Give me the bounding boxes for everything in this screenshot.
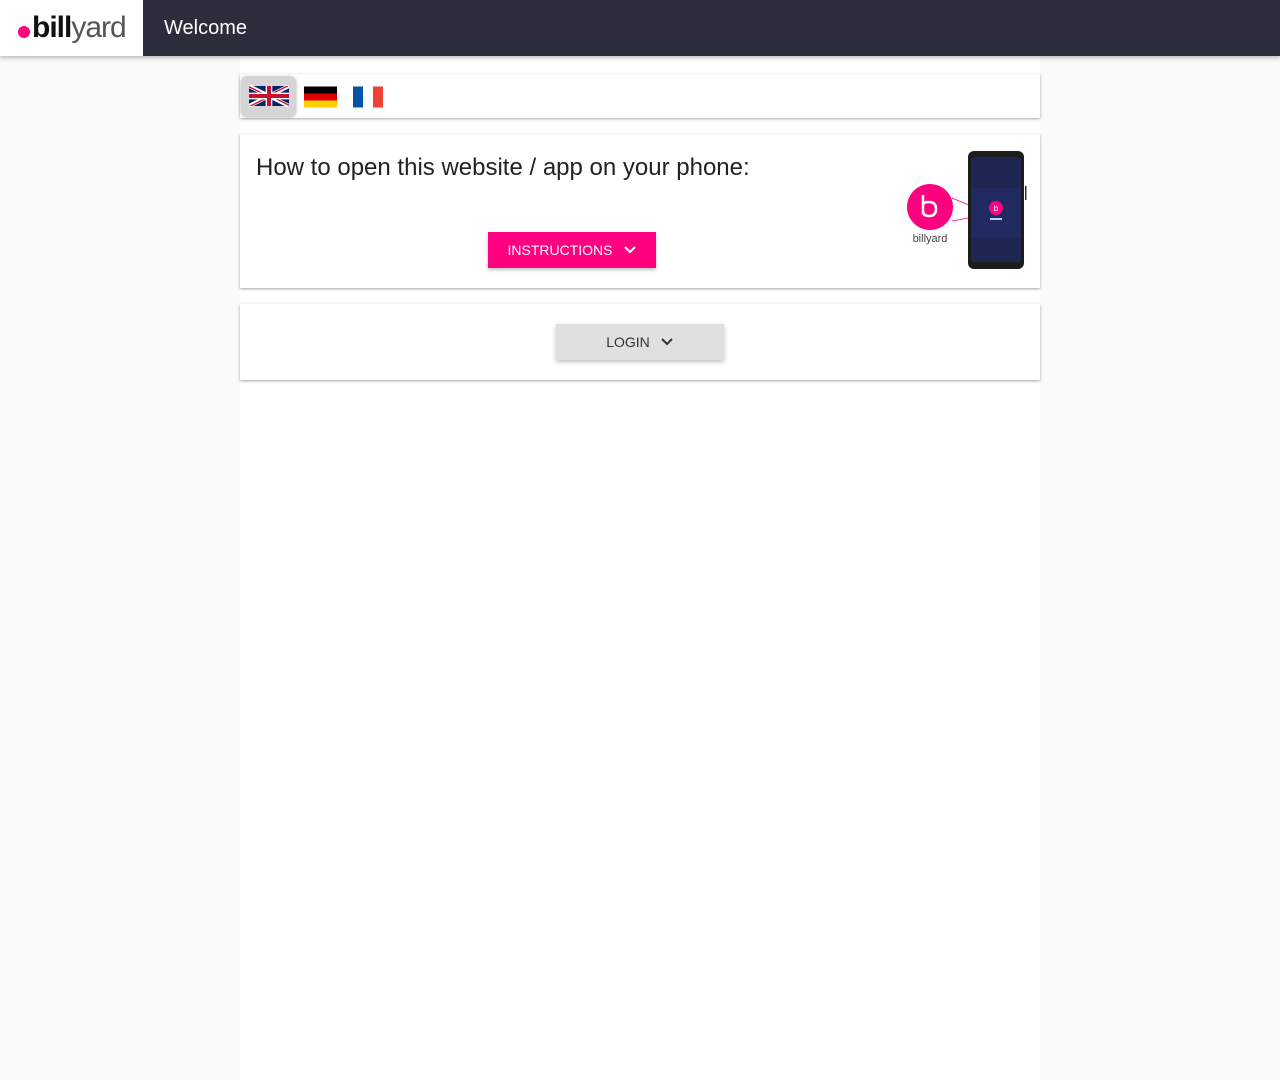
language-selector-card — [240, 74, 1040, 118]
phone-illustration: billyard b — [907, 151, 1027, 269]
logo-text-bill: bill — [32, 11, 72, 44]
instructions-button-label: INSTRUCTIONS — [507, 242, 613, 258]
logo-dot-icon — [18, 26, 30, 38]
page-title: Welcome — [164, 17, 247, 39]
login-button-label: LOGIN — [606, 334, 650, 350]
language-button-fr[interactable] — [344, 76, 392, 116]
logo-text-yard: yard — [71, 11, 126, 44]
chevron-down-icon — [623, 246, 636, 254]
login-button[interactable]: LOGIN — [556, 324, 724, 360]
german-flag-icon — [304, 86, 337, 108]
chevron-down-icon — [661, 338, 673, 346]
phone-app-letter: b — [994, 204, 999, 213]
language-button-de[interactable] — [296, 76, 344, 116]
uk-flag-icon — [249, 85, 289, 107]
french-flag-icon — [353, 86, 383, 108]
language-button-en[interactable] — [241, 76, 296, 116]
instructions-button[interactable]: INSTRUCTIONS — [488, 232, 656, 268]
illustration-label: billyard — [913, 233, 948, 245]
instructions-card: How to open this website / app on your p… — [240, 134, 1040, 288]
login-card: LOGIN — [240, 304, 1040, 380]
billyard-logo[interactable]: billyard — [0, 0, 143, 56]
top-app-bar: billyard Welcome — [0, 0, 1280, 56]
instructions-heading: How to open this website / app on your p… — [256, 154, 750, 181]
